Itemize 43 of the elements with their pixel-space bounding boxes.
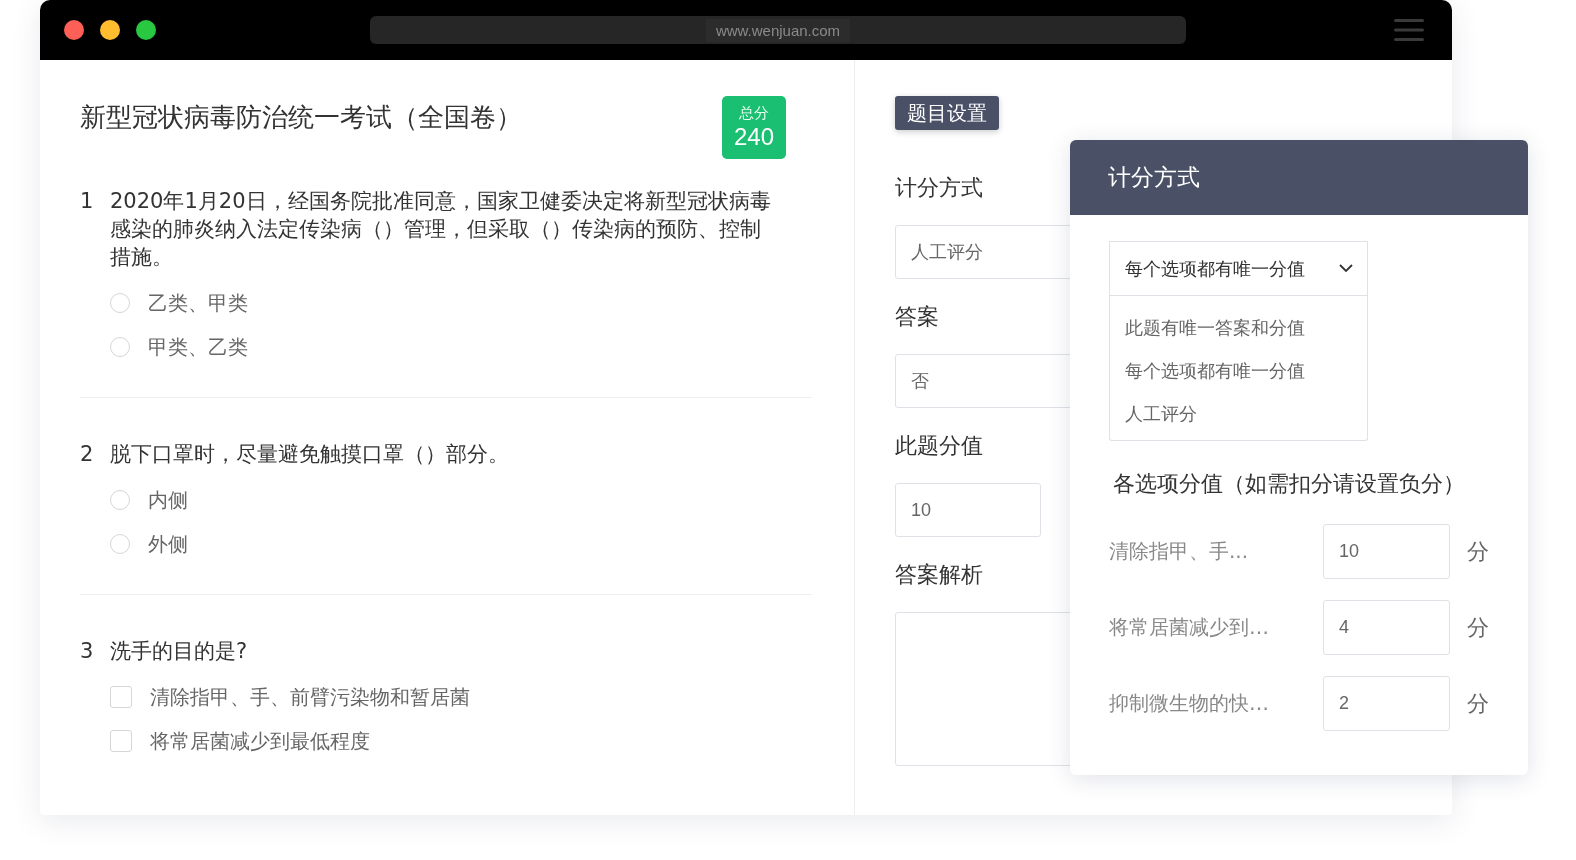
address-bar[interactable]: www.wenjuan.com bbox=[370, 16, 1186, 44]
exam-title: 新型冠状病毒防治统一考试（全国卷） bbox=[80, 101, 522, 134]
popup-title: 计分方式 bbox=[1108, 163, 1200, 192]
unit-label: 分 bbox=[1467, 613, 1489, 642]
score-input[interactable]: 2 bbox=[1323, 676, 1450, 731]
total-score-value: 240 bbox=[733, 121, 774, 152]
scoring-select[interactable]: 每个选项都有唯一分值 bbox=[1109, 241, 1368, 296]
option-name: 抑制微生物的快… bbox=[1109, 690, 1270, 717]
option-label: 内侧 bbox=[148, 486, 188, 514]
option-label: 乙类、甲类 bbox=[148, 289, 248, 317]
question-number: 1 bbox=[80, 188, 95, 215]
field-label: 答案 bbox=[895, 303, 939, 331]
chevron-down-icon bbox=[1339, 264, 1353, 273]
field-label: 答案解析 bbox=[895, 561, 983, 589]
minimize-icon[interactable] bbox=[100, 20, 120, 40]
field-label: 计分方式 bbox=[895, 174, 983, 202]
option-label: 外侧 bbox=[148, 530, 188, 558]
question-settings-tab[interactable]: 题目设置 bbox=[895, 96, 999, 130]
section-title: 各选项分值（如需扣分请设置负分） bbox=[1113, 470, 1466, 498]
menu-icon[interactable] bbox=[1394, 18, 1424, 42]
maximize-icon[interactable] bbox=[136, 20, 156, 40]
url-text: www.wenjuan.com bbox=[705, 18, 851, 42]
option-label: 清除指甲、手、前臂污染物和暂居菌 bbox=[150, 683, 470, 711]
question-number: 3 bbox=[80, 638, 95, 665]
field-label: 此题分值 bbox=[895, 432, 983, 460]
dropdown-option[interactable]: 此题有唯一答案和分值 bbox=[1110, 306, 1367, 349]
checkbox[interactable] bbox=[110, 730, 132, 752]
score-input[interactable]: 10 bbox=[895, 483, 1041, 537]
unit-label: 分 bbox=[1467, 537, 1489, 566]
question-number: 2 bbox=[80, 441, 95, 468]
score-input[interactable]: 4 bbox=[1323, 600, 1450, 655]
option-label: 将常居菌减少到最低程度 bbox=[150, 727, 370, 755]
close-icon[interactable] bbox=[64, 20, 84, 40]
total-score-label: 总分 bbox=[739, 103, 769, 122]
question-text: 2020年1月20日，经国务院批准同意，国家卫健委决定将新型冠状病毒感染的肺炎纳入法定传染病（）管理，但采取（）传染病的预防、控制措施。 bbox=[110, 188, 772, 271]
question-text: 脱下口罩时，尽量避免触摸口罩（）部分。 bbox=[110, 441, 510, 468]
score-input[interactable]: 10 bbox=[1323, 524, 1450, 579]
option-name: 清除指甲、手... bbox=[1109, 538, 1250, 565]
option-label: 甲类、乙类 bbox=[148, 333, 248, 361]
checkbox[interactable] bbox=[110, 686, 132, 708]
question-text: 洗手的目的是? bbox=[110, 638, 249, 665]
unit-label: 分 bbox=[1467, 689, 1489, 718]
option-name: 将常居菌减少到… bbox=[1109, 614, 1270, 641]
